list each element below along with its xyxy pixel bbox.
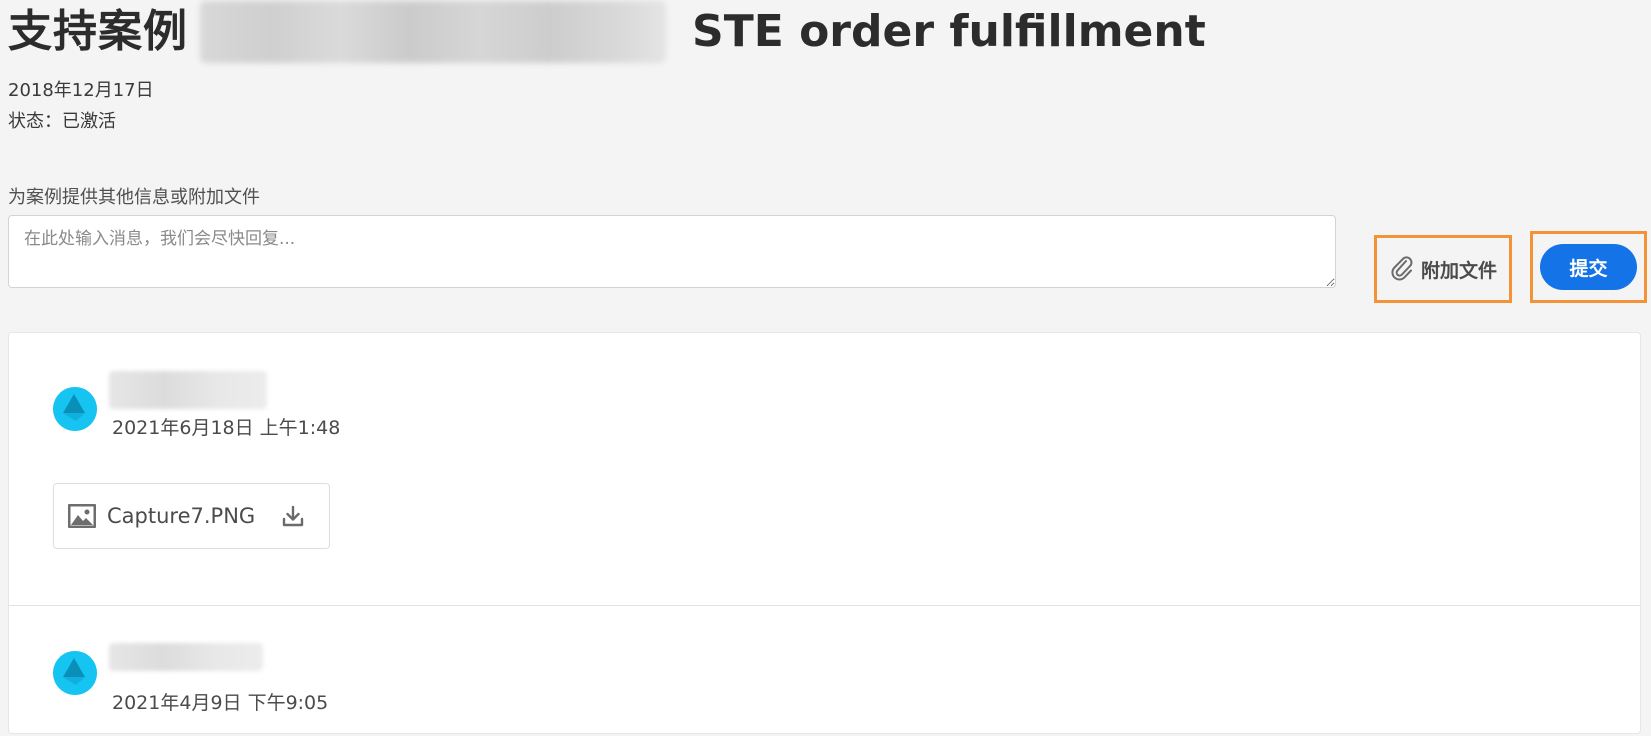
attach-file-button[interactable]: 附加文件 [1374,235,1512,303]
case-title-subject: STE order fulfillment [692,6,1206,57]
case-status: 状态：已激活 [8,107,116,133]
status-value: 已激活 [62,111,116,132]
conversation-panel: 2021年6月18日 上午1:48 Capture7.PNG 2021年4月9日… [8,332,1641,734]
author-name-redacted [109,643,263,671]
avatar [53,387,97,431]
download-icon[interactable] [281,504,305,528]
submit-button[interactable]: 提交 [1540,244,1637,290]
attachment-chip[interactable]: Capture7.PNG [53,483,330,549]
author-name-redacted [109,371,267,409]
comment-time: 2021年4月9日 下午9:05 [112,692,329,714]
case-title-prefix: 支持案例 [8,6,188,57]
composer-label: 为案例提供其他信息或附加文件 [8,187,260,208]
attach-file-label: 附加文件 [1420,259,1497,282]
submit-highlight: 提交 [1530,231,1647,303]
image-icon [68,504,96,528]
case-date: 2018年12月17日 [8,80,154,101]
avatar-shape [53,387,97,431]
message-input[interactable] [8,215,1336,288]
case-header: 支持案例 STE order fulfillment [8,0,1206,64]
attachment-file-name: Capture7.PNG [107,504,256,528]
comment-time: 2021年6月18日 上午1:48 [112,417,341,439]
paperclip-icon [1391,256,1413,281]
comment: 2021年4月9日 下午9:05 [9,606,1640,736]
comment: 2021年6月18日 上午1:48 Capture7.PNG [9,333,1640,605]
avatar-shape [53,651,97,695]
avatar [53,651,97,695]
case-number-redacted [200,1,666,63]
status-label: 状态： [8,111,62,132]
